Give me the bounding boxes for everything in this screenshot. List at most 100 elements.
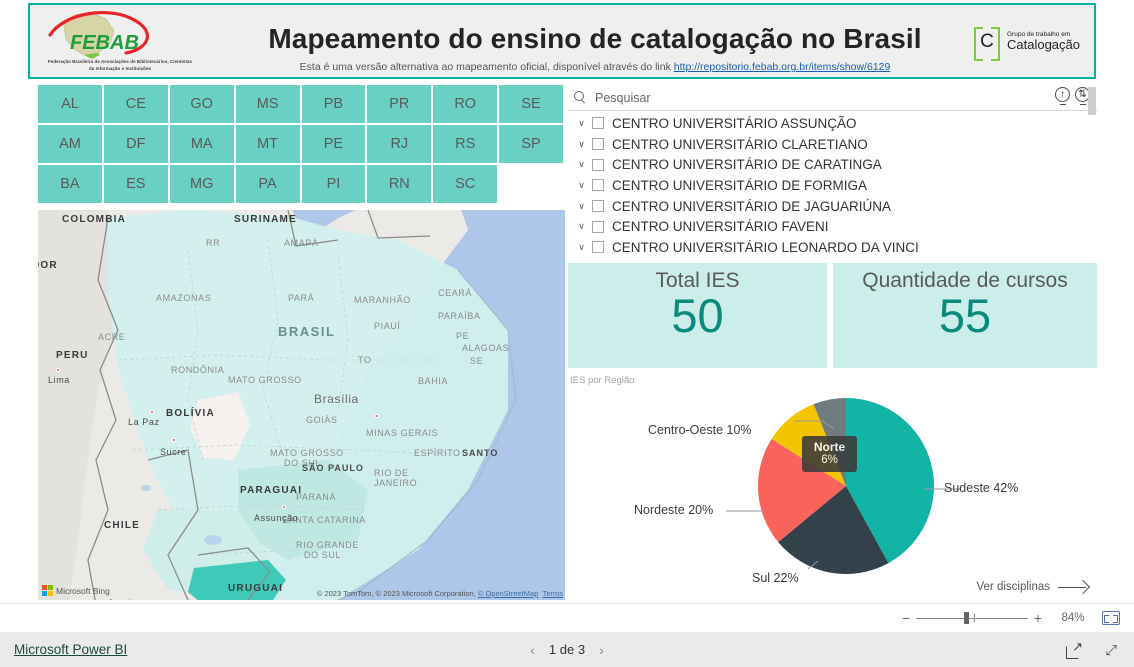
page-title: Mapeamento do ensino de catalogação no B… xyxy=(268,23,922,54)
zoom-slider-thumb[interactable] xyxy=(964,612,969,624)
checkbox[interactable] xyxy=(592,220,604,233)
checkbox[interactable] xyxy=(592,158,604,171)
logo-line-2: Catalogação xyxy=(1007,37,1080,53)
state-button-rj[interactable]: RJ xyxy=(367,125,432,163)
pie-label-sul: Sul 22% xyxy=(752,571,799,585)
footer-actions xyxy=(1066,639,1120,659)
state-button-mg[interactable]: MG xyxy=(169,165,234,203)
state-button-pr[interactable]: PR xyxy=(367,85,432,123)
pie-chart-svg[interactable] xyxy=(756,395,936,577)
chevron-down-icon[interactable]: ∨ xyxy=(576,159,587,170)
map-city-dot-sucre xyxy=(172,438,176,442)
zoom-slider-tick xyxy=(974,614,975,622)
kpi-card-total-ies: Total IES 50 xyxy=(568,263,827,368)
state-button-pe[interactable]: PE xyxy=(301,125,366,163)
zoom-out-button[interactable]: − xyxy=(898,610,914,626)
checkbox[interactable] xyxy=(592,117,604,130)
state-button-ce[interactable]: CE xyxy=(103,85,168,123)
febab-logo-graphic: FEBAB xyxy=(48,10,150,59)
map-terms-link[interactable]: Terms xyxy=(543,589,563,598)
zoom-in-button[interactable]: + xyxy=(1030,610,1046,626)
state-button-go[interactable]: GO xyxy=(169,85,234,123)
chevron-right-icon[interactable]: › xyxy=(599,642,604,658)
list-item[interactable]: ∨ CENTRO UNIVERSITÁRIO LEONARDO DA VINCI xyxy=(568,237,1098,257)
chevron-down-icon[interactable]: ∨ xyxy=(576,139,587,150)
checkbox[interactable] xyxy=(592,200,604,213)
map-graphic xyxy=(38,210,565,600)
list-item[interactable]: ∨ CENTRO UNIVERSITÁRIO DE FORMIGA xyxy=(568,175,1098,196)
zoom-slider[interactable] xyxy=(916,611,1028,625)
powerbi-brand-link[interactable]: Microsoft Power BI xyxy=(14,642,127,657)
state-button-mt[interactable]: MT xyxy=(235,125,300,163)
checkbox[interactable] xyxy=(592,241,604,254)
svg-text:FEBAB: FEBAB xyxy=(70,32,139,54)
list-scrollbar-thumb[interactable] xyxy=(1088,87,1096,115)
list-item-label: CENTRO UNIVERSITÁRIO ASSUNÇÃO xyxy=(612,115,857,131)
state-slicer[interactable]: AL AM BA CE DF ES GO MA MG MS MT PA PB PE PI PR RJ RN RO RS… xyxy=(38,85,563,207)
state-button-se[interactable]: SE xyxy=(499,85,563,123)
institution-list: ∨ CENTRO UNIVERSITÁRIO ASSUNÇÃO ∨ CENTRO UN… xyxy=(568,111,1098,257)
brazil-map[interactable]: COLOMBIA SURINAME RR AMAPÁ DOR AMAZONAS … xyxy=(38,210,565,600)
state-button-pi[interactable]: PI xyxy=(301,165,366,203)
state-button-ma[interactable]: MA xyxy=(169,125,234,163)
state-button-sc[interactable]: SC xyxy=(433,165,498,203)
page-navigation: ‹ 1 de 3 › xyxy=(530,642,604,658)
chevron-down-icon[interactable]: ∨ xyxy=(576,180,587,191)
list-item-label: CENTRO UNIVERSITÁRIO DE JAGUARIÚNA xyxy=(612,198,892,214)
repository-link[interactable]: http://repositorio.febab.org.br/items/sh… xyxy=(674,61,891,73)
pie-chart-area[interactable]: Centro-Oeste 10% Nordeste 20% Sul 22% Su… xyxy=(568,391,1098,591)
list-item[interactable]: ∨ CENTRO UNIVERSITÁRIO DE JAGUARIÚNA xyxy=(568,196,1098,217)
checkbox[interactable] xyxy=(592,179,604,192)
state-button-rs[interactable]: RS xyxy=(433,125,498,163)
focus-mode-icon[interactable]: ↑ xyxy=(1055,87,1070,105)
list-item[interactable]: ∨ CENTRO UNIVERSITÁRIO CLARETIANO xyxy=(568,134,1098,155)
state-button-empty xyxy=(499,165,563,203)
list-item-label: CENTRO UNIVERSITÁRIO DE FORMIGA xyxy=(612,177,868,193)
list-scrollbar[interactable] xyxy=(1088,87,1096,229)
list-item[interactable]: ∨ CENTRO UNIVERSITÁRIO ASSUNÇÃO xyxy=(568,113,1098,134)
search-input[interactable] xyxy=(593,89,993,106)
state-button-am[interactable]: AM xyxy=(38,125,102,163)
pie-datalabel-norte-value: 6% xyxy=(821,454,838,467)
pie-label-sudeste: Sudeste 42% xyxy=(944,481,1019,495)
report-footer: Microsoft Power BI ‹ 1 de 3 › xyxy=(0,632,1134,667)
state-button-pb[interactable]: PB xyxy=(301,85,366,123)
institution-slicer[interactable]: ↑ ⇅ ∨ CENTRO UNIVERSITÁRIO ASSUNÇÃO ∨ CENTR… xyxy=(568,85,1098,257)
chevron-down-icon[interactable]: ∨ xyxy=(576,201,587,212)
state-button-sp[interactable]: SP xyxy=(499,125,563,163)
search-row: ↑ ⇅ xyxy=(568,85,1098,111)
state-button-ba[interactable]: BA xyxy=(38,165,102,203)
list-item[interactable]: ∨ CENTRO UNIVERSITÁRIO DE CARATINGA xyxy=(568,154,1098,175)
state-button-pa[interactable]: PA xyxy=(235,165,300,203)
chevron-down-icon[interactable]: ∨ xyxy=(576,118,587,129)
state-button-ms[interactable]: MS xyxy=(235,85,300,123)
ver-disciplinas-button[interactable]: Ver disciplinas xyxy=(976,580,1088,594)
bing-maps-logo: Microsoft Bing xyxy=(42,585,110,596)
pie-chart-title: IES por Região xyxy=(570,375,635,386)
kpi-card-quantidade-cursos: Quantidade de cursos 55 xyxy=(833,263,1097,368)
fit-to-page-icon[interactable] xyxy=(1102,611,1120,625)
ver-disciplinas-label: Ver disciplinas xyxy=(976,581,1050,593)
febab-logo: FEBAB Federação Brasileira de Associaçõe… xyxy=(40,9,195,75)
openstreetmap-link[interactable]: © OpenStreetMap xyxy=(478,589,539,598)
report-header: FEBAB Federação Brasileira de Associaçõe… xyxy=(28,3,1096,79)
fullscreen-icon[interactable] xyxy=(1104,642,1120,658)
panel-icon-group: ↑ ⇅ xyxy=(1055,87,1090,105)
state-button-al[interactable]: AL xyxy=(38,85,102,123)
chevron-down-icon[interactable]: ∨ xyxy=(576,242,587,253)
map-city-dot-lima xyxy=(56,368,60,372)
arrow-right-icon xyxy=(1058,580,1088,594)
state-button-df[interactable]: DF xyxy=(103,125,168,163)
kpi-value: 55 xyxy=(938,289,992,342)
checkbox[interactable] xyxy=(592,138,604,151)
share-icon[interactable] xyxy=(1066,639,1083,659)
list-item-label: CENTRO UNIVERSITÁRIO CLARETIANO xyxy=(612,136,868,152)
chevron-down-icon[interactable]: ∨ xyxy=(576,221,587,232)
list-item[interactable]: ∨ CENTRO UNIVERSITÁRIO FAVENI xyxy=(568,216,1098,237)
state-button-rn[interactable]: RN xyxy=(367,165,432,203)
bracket-c-icon: C xyxy=(974,27,1000,61)
chevron-left-icon[interactable]: ‹ xyxy=(530,642,535,658)
state-button-ro[interactable]: RO xyxy=(433,85,498,123)
state-button-es[interactable]: ES xyxy=(103,165,168,203)
page-indicator: 1 de 3 xyxy=(548,642,586,657)
